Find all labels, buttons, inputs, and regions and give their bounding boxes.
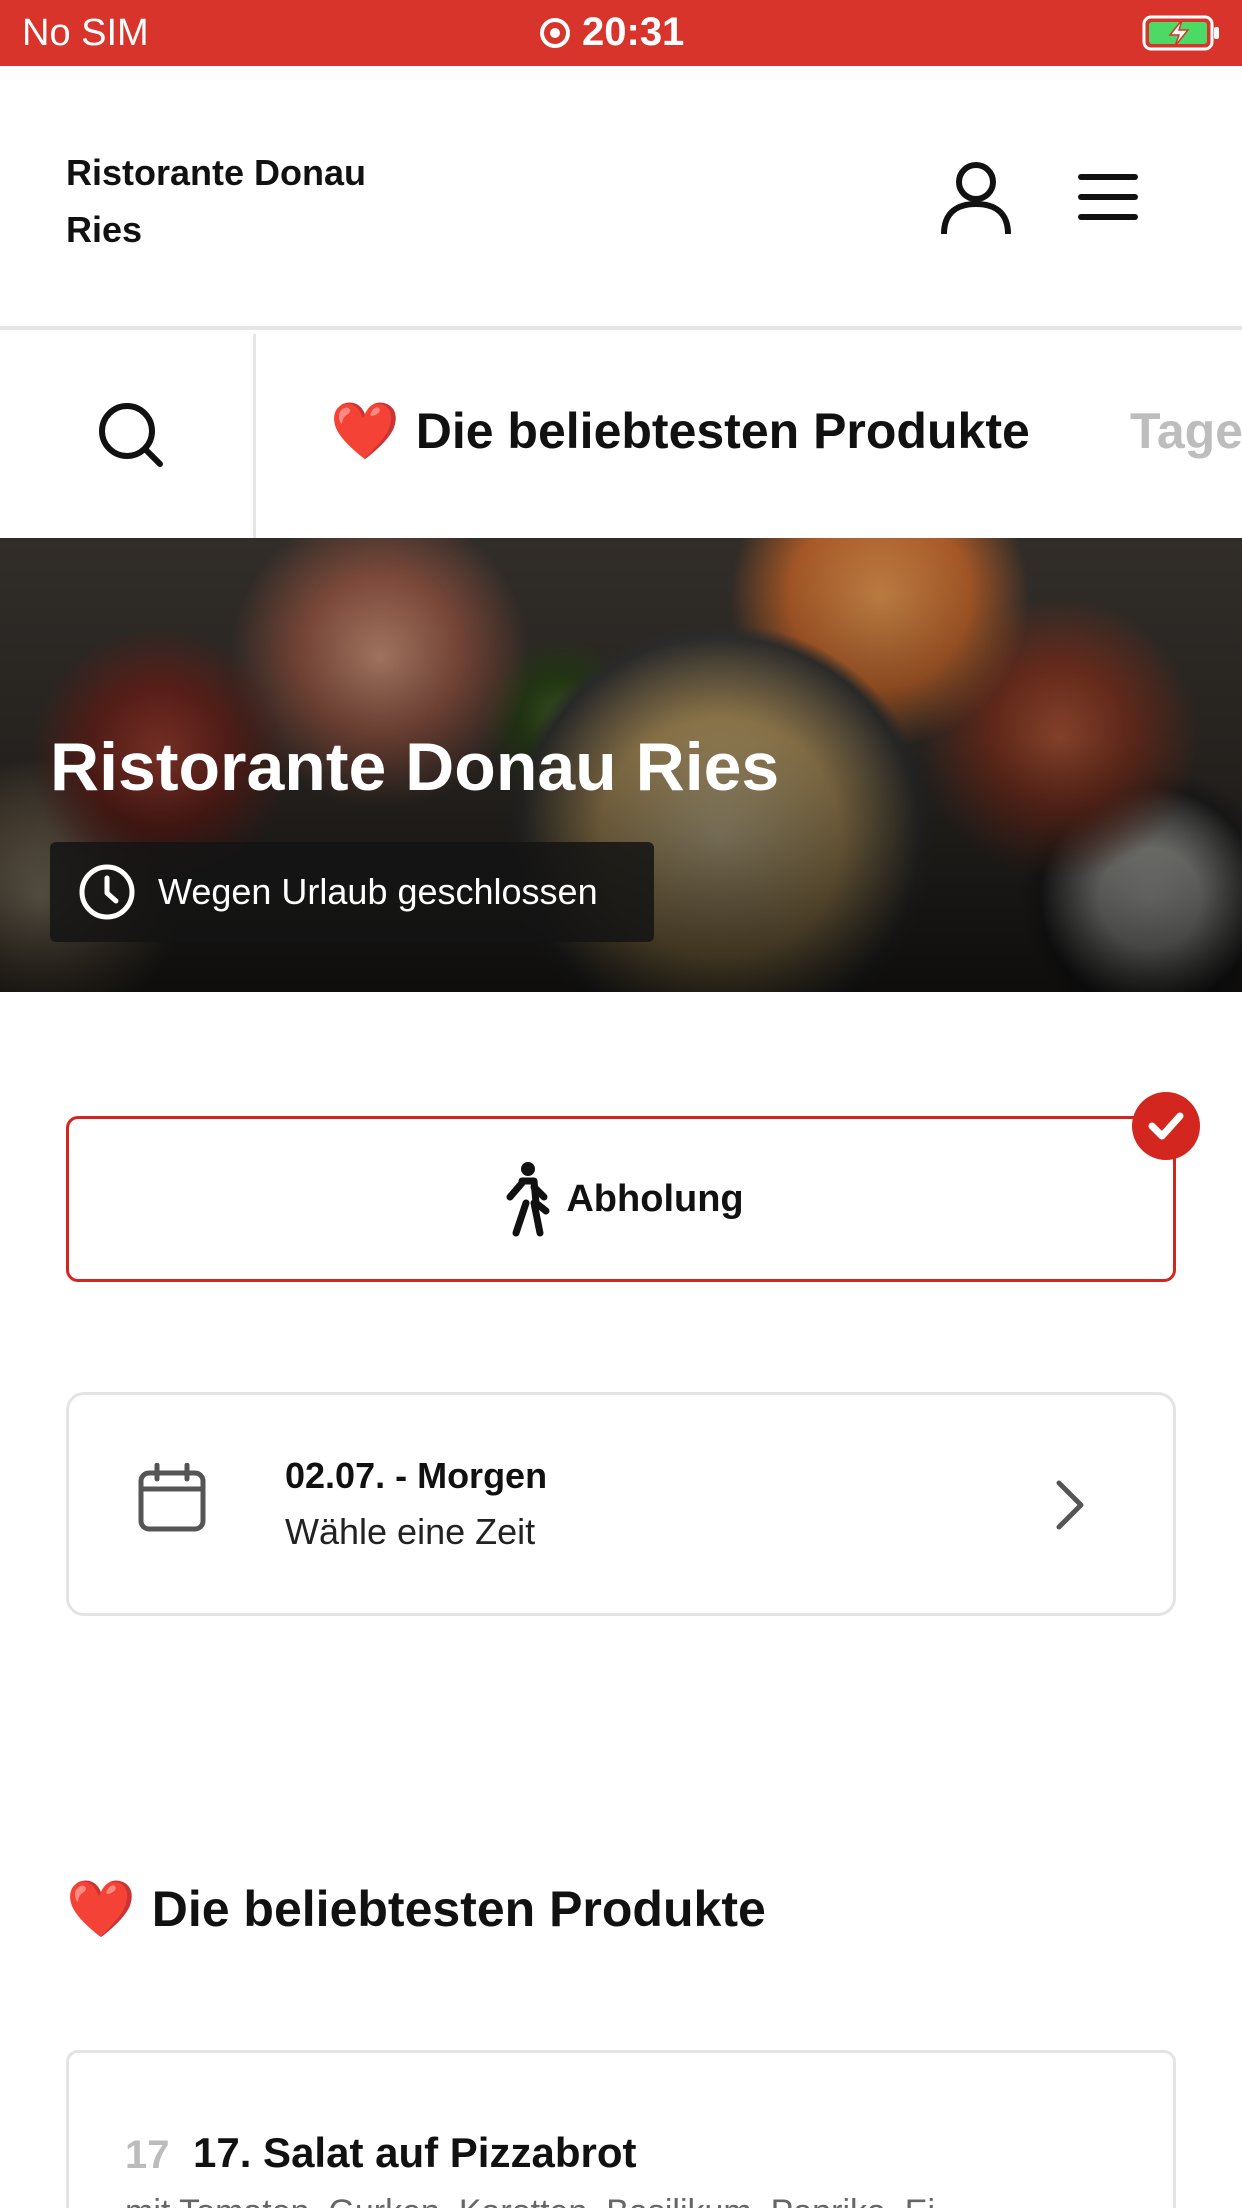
chevron-right-icon [1056, 1480, 1084, 1530]
clock-icon [79, 864, 135, 920]
heart-icon: ❤️ [66, 1877, 136, 1940]
search-button[interactable] [0, 334, 256, 538]
category-tab-popular[interactable]: ❤️ Die beliebtesten Produkte [330, 402, 1030, 460]
carrier-label: No SIM [22, 12, 149, 54]
brand-line-2: Ries [66, 209, 143, 250]
hamburger-menu-icon[interactable] [1076, 172, 1140, 222]
screen-recording-icon [540, 17, 570, 48]
popular-section-label: Die beliebtesten Produkte [151, 1881, 766, 1937]
product-number: 17 [125, 2133, 170, 2177]
date-time-picker[interactable]: 02.07. - Morgen Wähle eine Zeit [66, 1392, 1176, 1616]
choose-time-hint: Wähle eine Zeit [285, 1511, 536, 1552]
category-tab-next[interactable]: Tage [1130, 402, 1242, 460]
pickup-option-label: Abholung [566, 1177, 744, 1220]
opening-status-text: Wegen Urlaub geschlossen [158, 871, 598, 912]
status-time-group: 20:31 [540, 10, 684, 55]
search-icon [99, 403, 163, 467]
hero-banner: Ristorante Donau Ries Wegen Urlaub gesch… [0, 538, 1242, 992]
status-time: 20:31 [582, 10, 685, 54]
checkmark-icon [1148, 1112, 1184, 1140]
opening-status-badge: Wegen Urlaub geschlossen [50, 842, 654, 942]
selected-date: 02.07. - Morgen [285, 1455, 548, 1496]
product-name: 17. Salat auf Pizzabrot [193, 2129, 637, 2176]
brand-line-1: Ristorante Donau [66, 152, 367, 193]
user-icon[interactable] [940, 160, 1012, 236]
category-tab-label: Die beliebtesten Produkte [415, 403, 1030, 459]
selected-check-badge [1132, 1092, 1200, 1160]
status-bar: No SIM 20:31 [0, 0, 1242, 66]
popular-section-title: ❤️ Die beliebtesten Produkte [66, 1880, 766, 1938]
hero-title: Ristorante Donau Ries [50, 729, 780, 805]
battery-charging-icon [1142, 15, 1219, 51]
calendar-icon [138, 1463, 206, 1532]
restaurant-brand[interactable]: Ristorante Donau Ries [66, 144, 426, 258]
product-card[interactable]: 17 17. Salat auf Pizzabrot mit Tomaten, … [66, 2050, 1176, 2208]
category-nav: ❤️ Die beliebtesten Produkte Tage [0, 334, 1242, 538]
app-header: Ristorante Donau Ries [0, 66, 1242, 330]
heart-icon: ❤️ [330, 399, 400, 462]
product-description: mit Tomaten, Gurken, Karotten, Basilikum… [125, 2193, 963, 2208]
walking-person-icon [506, 1162, 550, 1237]
pickup-option-button[interactable]: Abholung [66, 1116, 1176, 1282]
